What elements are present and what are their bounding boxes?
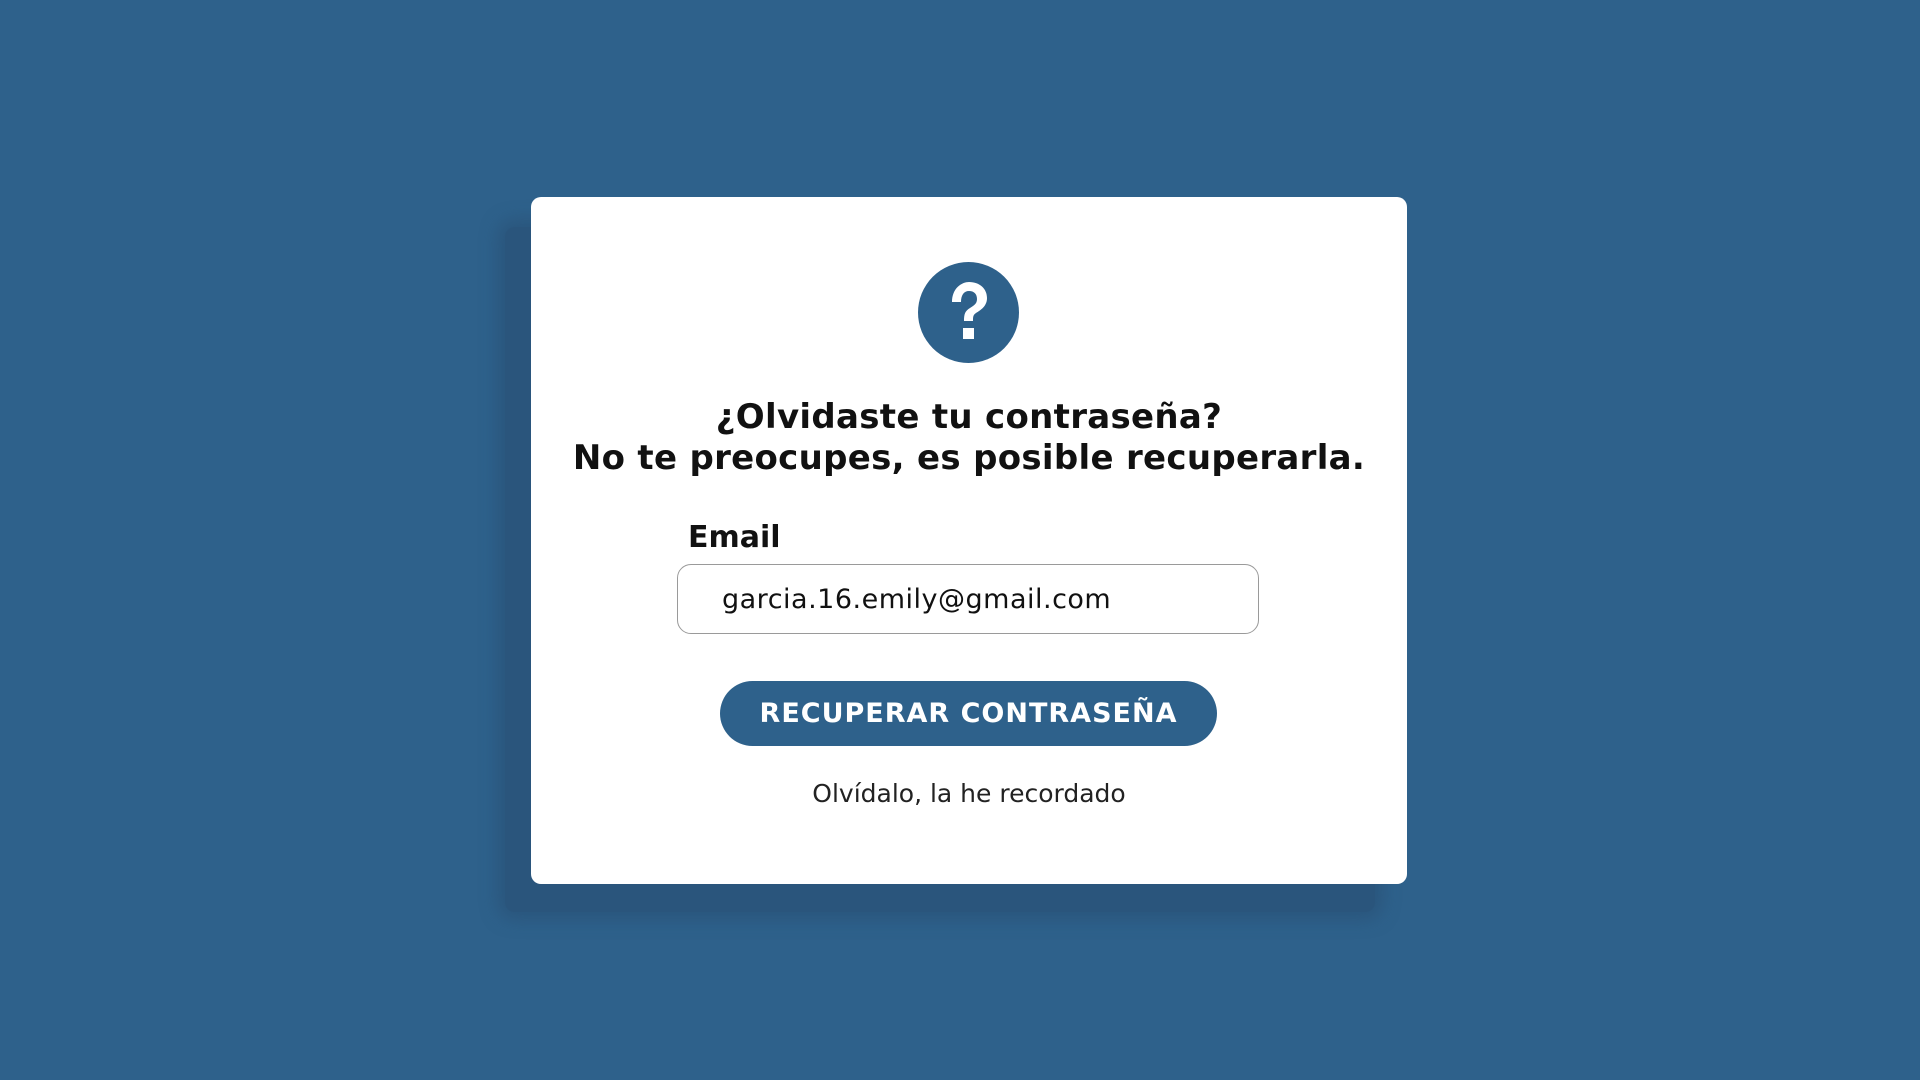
question-mark-icon xyxy=(918,262,1019,363)
email-label: Email xyxy=(688,520,781,555)
password-recovery-card: ¿Olvidaste tu contraseña? No te preocupe… xyxy=(531,197,1407,884)
recover-password-button[interactable]: RECUPERAR CONTRASEÑA xyxy=(720,681,1217,746)
title-line-reassurance: No te preocupes, es posible recuperarla. xyxy=(572,438,1366,478)
title-line-question: ¿Olvidaste tu contraseña? xyxy=(715,397,1223,437)
remembered-password-link[interactable]: Olvídalo, la he recordado xyxy=(531,779,1407,808)
email-field[interactable] xyxy=(677,564,1259,634)
page-title: ¿Olvidaste tu contraseña? No te preocupe… xyxy=(531,397,1407,479)
